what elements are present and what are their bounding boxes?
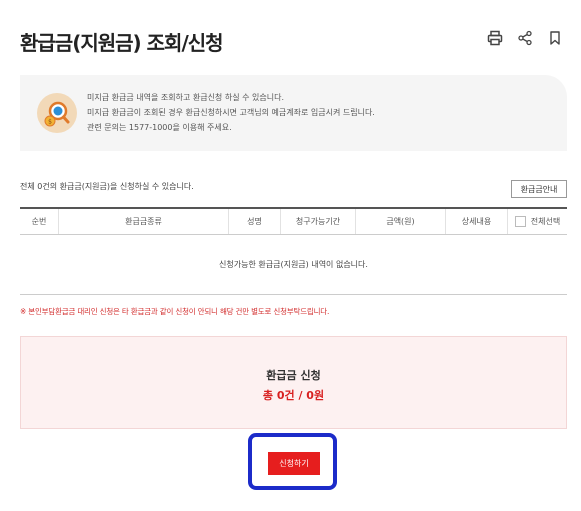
- result-count: 전체 0건의 환급금(지원금)을 신청하실 수 있습니다.: [20, 182, 194, 191]
- table-header: 순번 환급금종류 성명 청구가능기간 금액(원) 상세내용 전체선택: [20, 207, 567, 235]
- notice-text: ※ 본인부담환급금 대리인 신청은 타 환급금과 같이 신청이 안되니 해당 건…: [20, 307, 330, 316]
- column-header: 순번: [31, 217, 47, 226]
- column-header: 상세내용: [445, 209, 507, 234]
- column-header: 청구가능기간: [280, 209, 355, 234]
- summary-total: 총 0건 / 0원: [262, 389, 325, 402]
- bookmark-icon: [550, 31, 560, 45]
- refund-guide-button[interactable]: 환급금안내: [511, 180, 567, 198]
- share-icon: [518, 30, 532, 46]
- column-header: 성명: [228, 209, 280, 234]
- refund-table: 순번 환급금종류 성명 청구가능기간 금액(원) 상세내용 전체선택 신청가능한…: [20, 207, 567, 295]
- share-button[interactable]: [513, 26, 537, 50]
- bookmark-button[interactable]: [543, 26, 567, 50]
- select-all-header: 전체선택: [507, 209, 567, 234]
- print-icon: [487, 30, 503, 46]
- info-box: $ 미지급 환급금 내역을 조회하고 환급신청 하실 수 있습니다. 미지급 환…: [20, 75, 567, 151]
- magnifier-coin-icon: $: [37, 93, 77, 133]
- select-all-label: 전체선택: [530, 217, 561, 226]
- apply-button-highlight: 신청하기: [248, 433, 337, 490]
- summary-title: 환급금 신청: [266, 369, 321, 382]
- svg-text:$: $: [48, 119, 52, 126]
- apply-button[interactable]: 신청하기: [268, 452, 320, 475]
- info-line: 관련 문의는 1577-1000을 이용해 주세요.: [87, 123, 232, 132]
- summary-box: 환급금 신청 총 0건 / 0원: [20, 336, 567, 429]
- page-title: 환급금(지원금) 조회/신청: [20, 31, 224, 55]
- info-line: 미지급 환급금 내역을 조회하고 환급신청 하실 수 있습니다.: [87, 93, 284, 102]
- info-text: 미지급 환급금 내역을 조회하고 환급신청 하실 수 있습니다. 미지급 환급금…: [87, 90, 375, 135]
- info-line: 미지급 환급금이 조회된 경우 환급신청하시면 고객님의 예금계좌로 입금시켜 …: [87, 108, 375, 117]
- toolbar: [483, 26, 567, 50]
- column-header: 환급금종류: [58, 209, 228, 234]
- select-all-checkbox[interactable]: [514, 216, 526, 227]
- print-button[interactable]: [483, 26, 507, 50]
- empty-message: 신청가능한 환급금(지원금) 내역이 없습니다.: [20, 235, 567, 295]
- column-header: 금액(원): [355, 209, 445, 234]
